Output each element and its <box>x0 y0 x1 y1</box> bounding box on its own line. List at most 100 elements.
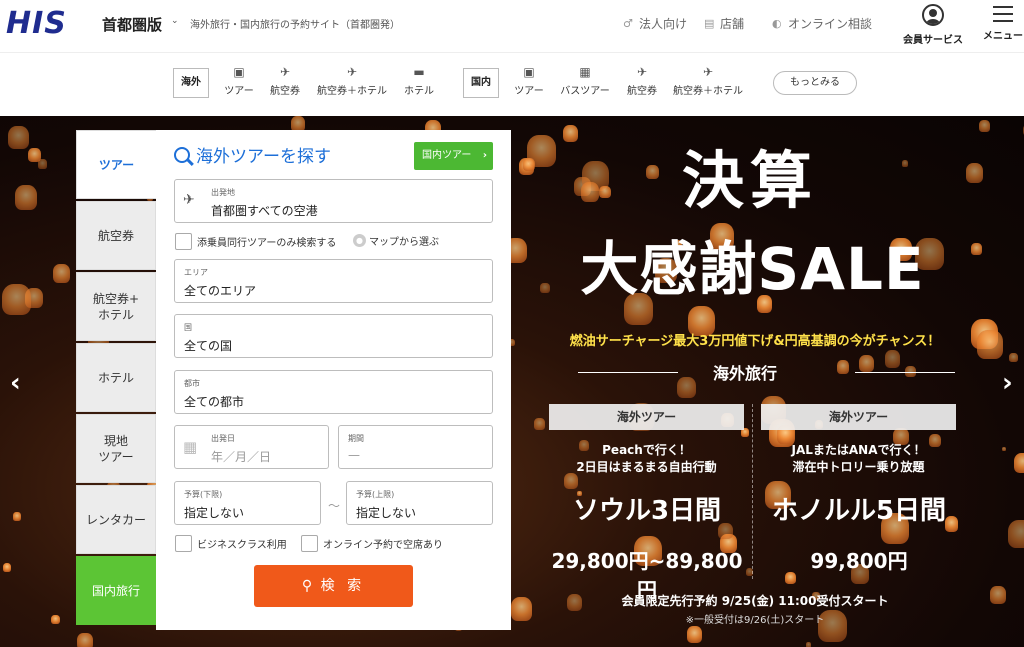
cat-domestic-flight-hotel[interactable]: ✈ 航空券＋ホテル <box>668 65 748 97</box>
budget-min-value: 指定しない <box>184 506 245 520</box>
cat-domestic-flight-hotel-label: 航空券＋ホテル <box>673 86 743 97</box>
overseas-label: 海外 <box>173 68 209 98</box>
site-header: HIS 首都圏版 ⌄ 海外旅行・国内旅行の予約サイト（首都圏発） ♂ 法人向け … <box>0 0 1024 52</box>
side-tab-flight-hotel-label: 航空券+ ホテル <box>92 291 140 322</box>
chevron-down-icon[interactable]: ⌄ <box>171 16 179 26</box>
cat-domestic-flight[interactable]: ✈ 航空券 <box>621 65 663 97</box>
city-select[interactable]: 都市 全ての都市 <box>174 370 493 414</box>
search-title-label: 海外ツアーを探す <box>196 147 331 167</box>
more-button[interactable]: もっとみる <box>773 71 857 95</box>
side-tab-hotel[interactable]: ホテル <box>76 343 156 412</box>
side-tab-flight-hotel[interactable]: 航空券+ ホテル <box>76 272 156 341</box>
departure-date-placeholder: 年／月／日 <box>211 450 272 464</box>
category-nav: 海外 ▣ ツアー ✈ 航空券 ✈ 航空券＋ホテル ▬ ホテル 国内 ▣ ツアー … <box>0 52 1024 114</box>
airplane-icon: ✈ <box>636 65 648 79</box>
side-tab-rental-car-label: レンタカー <box>85 512 146 527</box>
online-available-checkbox[interactable]: オンライン予約で空席あり <box>301 535 443 552</box>
consult-icon: ◐ <box>772 16 782 30</box>
lantern-decoration <box>28 148 41 163</box>
his-logo[interactable]: HIS <box>6 6 67 41</box>
checkbox-box[interactable] <box>301 535 318 552</box>
deal-seoul-dest[interactable]: ソウル3日間 <box>547 490 747 527</box>
side-tab-tour[interactable]: ツアー <box>76 130 156 199</box>
airplane-icon: ✈ <box>183 192 195 208</box>
region-selector[interactable]: 首都圏版 <box>102 14 162 35</box>
map-pin-icon: ● <box>353 234 366 247</box>
side-tab-flight[interactable]: 航空券 <box>76 201 156 270</box>
search-panel: 海外ツアーを探す 国内ツアー › ✈ 出発地 首都圏すべての空港 添乗員同行ツア… <box>156 130 511 630</box>
cat-domestic-bus-label: バスツアー <box>560 86 610 97</box>
flight-hotel-icon: ✈ <box>346 65 358 79</box>
deal-honolulu-dest[interactable]: ホノルル5日間 <box>759 490 959 527</box>
side-tab-local-tour[interactable]: 現地 ツアー <box>76 414 156 483</box>
area-select[interactable]: エリア 全てのエリア <box>174 259 493 303</box>
member-service-label: 会員サービス <box>903 35 963 46</box>
lantern-decoration <box>562 124 579 142</box>
store-link[interactable]: ▤ 店舗 <box>704 15 744 32</box>
map-select-label: マップから選ぶ <box>369 237 439 248</box>
deal-honolulu-head[interactable]: 海外ツアー <box>761 404 956 430</box>
escort-only-checkbox[interactable]: 添乗員同行ツアーのみ検索する <box>175 233 336 250</box>
cat-domestic-tour[interactable]: ▣ ツアー <box>509 65 549 97</box>
calendar-icon: ▦ <box>183 438 198 456</box>
map-select-link[interactable]: ● マップから選ぶ <box>353 233 439 248</box>
checkbox-box[interactable] <box>175 535 192 552</box>
country-value: 全ての国 <box>184 339 233 353</box>
deal-divider <box>752 404 753 579</box>
departure-field[interactable]: ✈ 出発地 首都圏すべての空港 <box>174 179 493 223</box>
airplane-icon: ✈ <box>279 65 291 79</box>
flight-hotel-icon: ✈ <box>702 65 714 79</box>
cat-overseas-flight[interactable]: ✈ 航空券 <box>264 65 306 97</box>
cat-domestic-tour-label: ツアー <box>514 86 544 97</box>
side-tab-domestic[interactable]: 国内旅行 <box>76 556 156 625</box>
user-icon <box>922 4 944 26</box>
carousel-next-icon[interactable]: › <box>1002 368 1013 398</box>
side-tab-rental-car[interactable]: レンタカー <box>76 485 156 554</box>
budget-max-select[interactable]: 予算(上限) 指定しない <box>346 481 493 525</box>
period-select[interactable]: 期間 — <box>338 425 493 469</box>
cat-overseas-hotel[interactable]: ▬ ホテル <box>399 65 439 97</box>
corporate-link-label: 法人向け <box>639 17 688 31</box>
menu-button[interactable]: メニュー <box>982 6 1024 42</box>
deal-seoul-desc2: 2日目はまるまる自由行動 <box>576 460 717 474</box>
cat-overseas-flight-hotel[interactable]: ✈ 航空券＋ホテル <box>312 65 392 97</box>
budget-min-select[interactable]: 予算(下限) 指定しない <box>174 481 321 525</box>
store-icon: ▤ <box>704 16 715 30</box>
cat-domestic-bus[interactable]: ▦ バスツアー <box>556 65 614 97</box>
side-tab-flight-label: 航空券 <box>97 228 134 243</box>
deal-seoul-desc1: Peachで行く！ <box>602 443 691 457</box>
business-class-checkbox[interactable]: ビジネスクラス利用 <box>175 535 287 552</box>
lantern-decoration <box>51 614 60 625</box>
departure-label: 出発地 <box>211 188 235 197</box>
lantern-decoration <box>53 264 71 283</box>
country-select[interactable]: 国 全ての国 <box>174 314 493 358</box>
domestic-tour-button-label: 国内ツアー <box>422 150 472 161</box>
side-tab-hotel-label: ホテル <box>97 370 134 385</box>
lantern-decoration <box>580 181 600 203</box>
range-separator: ～ <box>328 499 341 513</box>
cat-overseas-flight-label: 航空券 <box>270 86 300 97</box>
search-title: 海外ツアーを探す <box>174 142 331 167</box>
consult-link[interactable]: ◐ オンライン相談 <box>772 15 872 32</box>
online-available-label: オンライン予約で空席あり <box>323 540 443 551</box>
checkbox-box[interactable] <box>175 233 192 250</box>
departure-date-label: 出発日 <box>211 434 235 443</box>
search-button[interactable]: ⚲ 検 索 <box>254 565 413 607</box>
cat-overseas-tour[interactable]: ▣ ツアー <box>219 65 259 97</box>
escort-only-label: 添乗員同行ツアーのみ検索する <box>197 238 337 249</box>
lantern-decoration <box>979 119 991 132</box>
corporate-icon: ♂ <box>623 16 633 30</box>
consult-link-label: オンライン相談 <box>788 17 873 31</box>
lantern-decoration <box>77 632 93 647</box>
deal-honolulu-desc2: 滞在中トロリー乗り放題 <box>792 460 925 474</box>
side-tab-tour-label: ツアー <box>98 157 135 172</box>
corporate-link[interactable]: ♂ 法人向け <box>623 15 687 32</box>
domestic-tour-button[interactable]: 国内ツアー › <box>414 142 493 170</box>
business-class-label: ビジネスクラス利用 <box>197 540 287 551</box>
departure-date-field[interactable]: ▦ 出発日 年／月／日 <box>174 425 329 469</box>
carousel-prev-icon[interactable]: ‹ <box>10 368 21 398</box>
search-button-label: 検 索 <box>320 578 366 594</box>
budget-max-label: 予算(上限) <box>356 490 395 499</box>
deal-seoul-head[interactable]: 海外ツアー <box>549 404 744 430</box>
member-service-button[interactable]: 会員サービス <box>900 4 966 46</box>
